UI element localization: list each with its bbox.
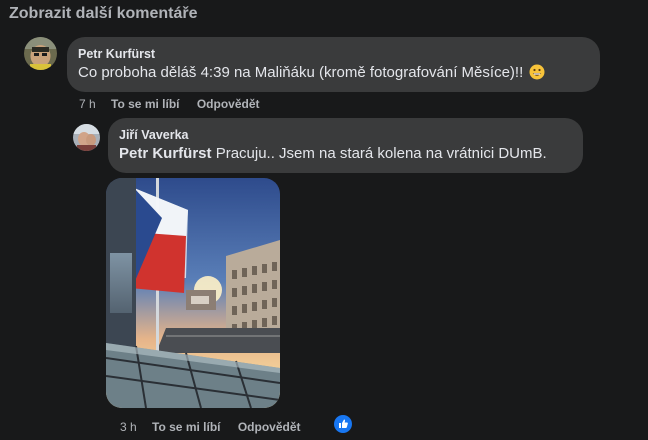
view-more-comments-link[interactable]: Zobrazit další komentáře [9, 5, 198, 23]
reply-bubble: Jiří Vaverka Petr Kurfürst Pracuju.. Jse… [108, 118, 583, 173]
reply-button[interactable]: Odpovědět [238, 420, 301, 434]
comment-bubble: Petr Kurfürst Co proboha děláš 4:39 na M… [67, 37, 600, 92]
reply-button[interactable]: Odpovědět [197, 97, 260, 111]
comment-actions: 7 h To se mi líbí Odpovědět [79, 97, 274, 111]
avatar[interactable] [73, 124, 100, 151]
like-reaction-icon[interactable] [334, 415, 352, 433]
attached-photo[interactable] [106, 178, 280, 408]
like-button[interactable]: To se mi líbí [152, 420, 220, 434]
reply-author[interactable]: Jiří Vaverka [119, 128, 547, 142]
reply-timestamp[interactable]: 3 h [120, 420, 137, 434]
grinning-face-emoji-icon [529, 64, 545, 80]
reply-text: Petr Kurfürst Pracuju.. Jsem na stará ko… [119, 145, 547, 162]
reply-actions: 3 h To se mi líbí Odpovědět [120, 420, 315, 434]
comment-author[interactable]: Petr Kurfürst [78, 47, 545, 61]
like-button[interactable]: To se mi líbí [111, 97, 179, 111]
comment-text: Co proboha děláš 4:39 na Maliňáku (kromě… [78, 64, 545, 81]
mention-link[interactable]: Petr Kurfürst [119, 145, 212, 162]
comment-timestamp[interactable]: 7 h [79, 97, 96, 111]
avatar[interactable] [24, 37, 57, 70]
